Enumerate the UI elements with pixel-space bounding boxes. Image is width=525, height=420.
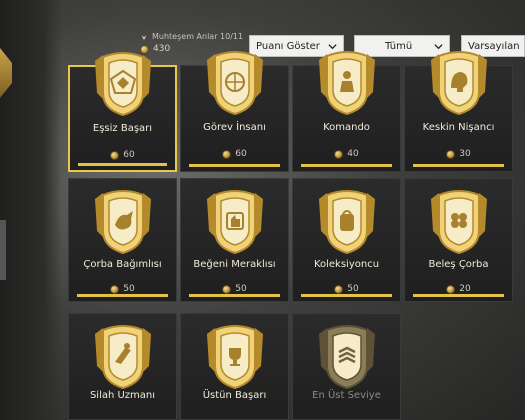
moments-title: Muhteşem Anlar 10/11 (152, 32, 244, 41)
coin-icon (222, 149, 232, 159)
achievement-name: Çorba Bağımlısı (83, 259, 162, 270)
achievement-name: Koleksiyoncu (313, 259, 380, 270)
achievement-card[interactable]: Çorba Bağımlısı 50 (68, 178, 177, 302)
achievement-card[interactable]: Komando 40 (292, 51, 401, 172)
coin-icon (446, 284, 456, 294)
achievement-card[interactable]: Beğeni Meraklısı 50 (180, 178, 289, 302)
points-value: 20 (459, 284, 471, 294)
crosshair-gun-icon (203, 48, 267, 118)
achievement-name: En Üst Seviye (312, 390, 381, 401)
points-value: 40 (347, 149, 359, 159)
progress-bar (301, 164, 392, 167)
coin-icon (334, 149, 344, 159)
points-value: 60 (235, 149, 247, 159)
backpack-icon (315, 187, 379, 257)
achievement-card[interactable]: Üstün Başarı (180, 313, 289, 420)
trophy-icon (203, 322, 267, 392)
progress-bar (189, 294, 280, 297)
achievement-name: Keskin Nişancı (422, 122, 495, 133)
gunner-icon (91, 322, 155, 392)
side-tab-indicator[interactable] (0, 48, 12, 98)
progress-bar (189, 164, 280, 167)
achievement-points: 60 (70, 150, 175, 160)
achievement-name: Beğeni Meraklısı (193, 259, 276, 270)
laurel-icon (141, 34, 147, 40)
side-divider (0, 220, 6, 280)
crest-icon (91, 49, 155, 119)
progress-bar (413, 164, 504, 167)
achievement-points: 40 (293, 149, 400, 159)
progress-bar (78, 163, 167, 166)
coin-icon (110, 284, 120, 294)
achievement-card[interactable]: Görev İnsanı 60 (180, 51, 289, 172)
achievement-card[interactable]: Keskin Nişancı 30 (404, 51, 513, 172)
achievement-name: Eşsiz Başarı (92, 123, 153, 134)
points-value: 60 (123, 150, 135, 160)
category-label: Tümü (385, 40, 413, 52)
total-points: 430 (153, 44, 171, 54)
chicken-icon (91, 187, 155, 257)
title-row: Muhteşem Anlar 10/11 (140, 32, 243, 41)
coin-icon (334, 284, 344, 294)
coin-icon (110, 150, 120, 160)
thumbs-up-icon (203, 187, 267, 257)
achievement-card[interactable]: Eşsiz Başarı 60 (68, 52, 177, 172)
rank-chevron-icon (315, 322, 379, 392)
points-value: 50 (123, 284, 135, 294)
progress-bar (301, 294, 392, 297)
achievement-card[interactable]: Silah Uzmanı (68, 313, 177, 420)
achievement-points: 50 (69, 284, 176, 294)
achievement-points: 60 (181, 149, 288, 159)
progress-bar (413, 294, 504, 297)
achievement-name: Beleş Çorba (428, 259, 489, 270)
points-value: 50 (347, 284, 359, 294)
progress-bar (77, 294, 168, 297)
achievement-name: Komando (323, 122, 370, 133)
achievement-points: 50 (181, 284, 288, 294)
achievement-points: 50 (293, 284, 400, 294)
achievement-points: 30 (405, 149, 512, 159)
coin-icon (446, 149, 456, 159)
achievement-card[interactable]: Beleş Çorba 20 (404, 178, 513, 302)
achievement-name: Üstün Başarı (202, 390, 267, 401)
achievement-name: Görev İnsanı (203, 122, 266, 133)
points-value: 30 (459, 149, 471, 159)
helmet-icon (427, 48, 491, 118)
points-value: 50 (235, 284, 247, 294)
achievement-name: Silah Uzmanı (89, 390, 156, 401)
achievement-card[interactable]: Koleksiyoncu 50 (292, 178, 401, 302)
achievement-card[interactable]: En Üst Seviye (292, 313, 401, 420)
left-side-panel (0, 0, 62, 420)
soldier-icon (315, 48, 379, 118)
clover-icon (427, 187, 491, 257)
achievement-points: 20 (405, 284, 512, 294)
coin-icon (222, 284, 232, 294)
